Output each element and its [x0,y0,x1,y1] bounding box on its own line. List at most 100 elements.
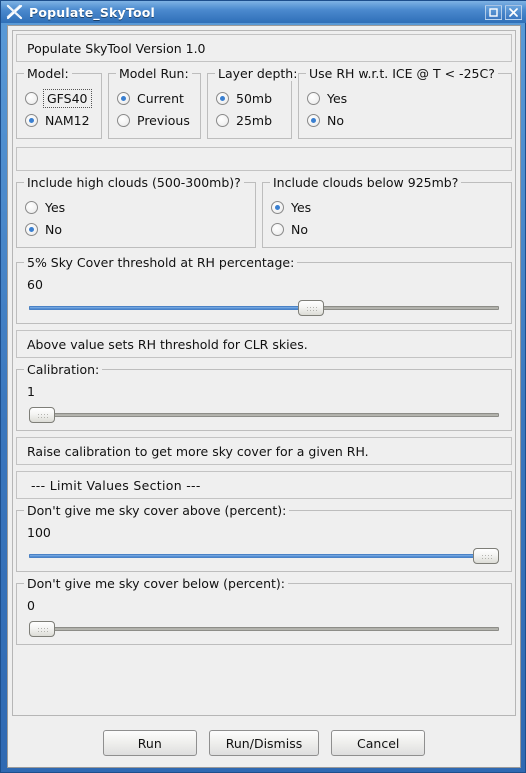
blank-spacer-panel [16,147,512,171]
radio-label: NAM12 [45,112,90,128]
radio-layer-depth-50mb[interactable]: 50mb [216,87,283,109]
calibration-note-text: Raise calibration to get more sky cover … [27,443,369,459]
limit-values-section-label: --- Limit Values Section --- [31,477,201,493]
group-high-clouds: Include high clouds (500-300mb)? Yes No [16,175,256,248]
dialog-button-bar: Run Run/Dismiss Cancel [12,722,516,764]
radio-indicator [25,91,38,105]
group-high-clouds-legend: Include high clouds (500-300mb)? [24,175,244,190]
sky-cover-below-value: 0 [27,598,35,613]
group-sky-cover-threshold: 5% Sky Cover threshold at RH percentage:… [16,255,512,324]
sky-cover-above-value: 100 [27,525,51,540]
clr-note-text: Above value sets RH threshold for CLR sk… [27,336,308,352]
calibration-note-panel: Raise calibration to get more sky cover … [16,437,512,465]
radio-label: Yes [45,199,66,215]
group-model-options: GFS40 NAM12 [17,74,101,138]
title-bar-buttons [485,4,522,20]
radio-high-clouds-no[interactable]: No [25,218,247,240]
radio-label: 25mb [236,112,273,128]
radio-indicator [117,91,130,105]
radio-indicator [271,222,284,236]
radio-clouds-below-no[interactable]: No [271,218,503,240]
radio-high-clouds-yes[interactable]: Yes [25,196,247,218]
radio-label: Yes [291,199,312,215]
sky-cover-above-slider[interactable] [29,548,499,564]
slider-thumb[interactable] [29,407,55,423]
radio-indicator [271,200,284,214]
sky-cover-below-slider[interactable] [29,621,499,637]
calibration-slider[interactable] [29,407,499,423]
slider-grip-icon [481,554,492,559]
radio-layer-depth-25mb[interactable]: 25mb [216,109,283,131]
radio-use-rh-ice-no[interactable]: No [307,109,503,131]
dialog-content: Populate SkyTool Version 1.0 Model: GFS4… [12,30,516,716]
radio-indicator [25,200,38,214]
clr-note-panel: Above value sets RH threshold for CLR sk… [16,330,512,358]
run-button[interactable]: Run [102,730,197,756]
radio-model-run-current[interactable]: Current [117,87,192,109]
radio-model-run-previous[interactable]: Previous [117,109,192,131]
slider-thumb[interactable] [29,621,55,637]
radio-label: No [327,112,344,128]
radio-indicator [216,91,229,105]
group-layer-depth: Layer depth: 50mb 25mb [207,66,301,139]
group-layer-depth-legend: Layer depth: [215,66,301,81]
radio-label: Yes [327,90,348,106]
group-use-rh-ice: Use RH w.r.t. ICE @ T < -25C? Yes No [298,66,512,139]
group-clouds-below: Include clouds below 925mb? Yes No [262,175,512,248]
sky-cover-below-legend: Don't give me sky cover below (percent): [24,576,288,591]
application-window: Populate_SkyTool Populate SkyTool Versio… [0,0,526,773]
sky-cover-threshold-slider[interactable] [29,300,499,316]
radio-indicator [117,113,130,127]
xterm-x-icon [5,3,25,21]
group-use-rh-ice-options: Yes No [299,74,511,138]
slider-grip-icon [37,413,48,418]
run-dismiss-button[interactable]: Run/Dismiss [208,730,320,756]
group-sky-cover-below: Don't give me sky cover below (percent):… [16,576,512,645]
radio-indicator [307,91,320,105]
options-row-two: Include high clouds (500-300mb)? Yes No [16,175,512,248]
slider-fill [29,306,311,310]
sky-cover-threshold-legend: 5% Sky Cover threshold at RH percentage: [24,255,298,270]
limit-values-section-panel: --- Limit Values Section --- [16,471,512,499]
group-model-run-options: Current Previous [109,74,200,138]
radio-use-rh-ice-yes[interactable]: Yes [307,87,503,109]
options-row-one: Model: GFS40 NAM12 Model Run: Current Pr… [16,66,512,139]
radio-label: Current [137,90,184,106]
sky-cover-threshold-value: 60 [27,277,43,292]
radio-clouds-below-yes[interactable]: Yes [271,196,503,218]
radio-indicator [216,113,229,127]
slider-grip-icon [37,627,48,632]
maximize-button[interactable] [485,4,502,20]
radio-label: GFS40 [43,88,92,108]
radio-indicator [307,113,320,127]
group-model: Model: GFS40 NAM12 [16,66,102,139]
slider-thumb[interactable] [473,548,499,564]
cancel-button[interactable]: Cancel [331,730,426,756]
version-label: Populate SkyTool Version 1.0 [27,40,206,56]
radio-label: No [291,221,308,237]
slider-thumb[interactable] [298,300,324,316]
title-bar[interactable]: Populate_SkyTool [1,1,526,23]
group-use-rh-ice-legend: Use RH w.r.t. ICE @ T < -25C? [306,66,498,81]
group-layer-depth-options: 50mb 25mb [208,74,291,138]
radio-model-nam12[interactable]: NAM12 [25,109,93,131]
radio-model-gfs40[interactable]: GFS40 [25,87,93,109]
group-model-run: Model Run: Current Previous [108,66,201,139]
radio-label: 50mb [236,90,273,106]
slider-grip-icon [306,306,317,311]
slider-track[interactable] [29,627,499,631]
group-high-clouds-options: Yes No [17,183,255,247]
group-model-legend: Model: [24,66,72,81]
radio-indicator [25,222,38,236]
version-panel: Populate SkyTool Version 1.0 [16,34,512,62]
dialog-client-area: Populate SkyTool Version 1.0 Model: GFS4… [7,25,521,768]
window-title: Populate_SkyTool [29,4,156,20]
calibration-value: 1 [27,384,35,399]
close-button[interactable] [505,4,522,20]
group-sky-cover-above: Don't give me sky cover above (percent):… [16,503,512,572]
radio-indicator [25,113,38,127]
slider-track[interactable] [29,413,499,417]
calibration-legend: Calibration: [24,362,103,377]
sky-cover-above-legend: Don't give me sky cover above (percent): [24,503,290,518]
radio-label: No [45,221,62,237]
